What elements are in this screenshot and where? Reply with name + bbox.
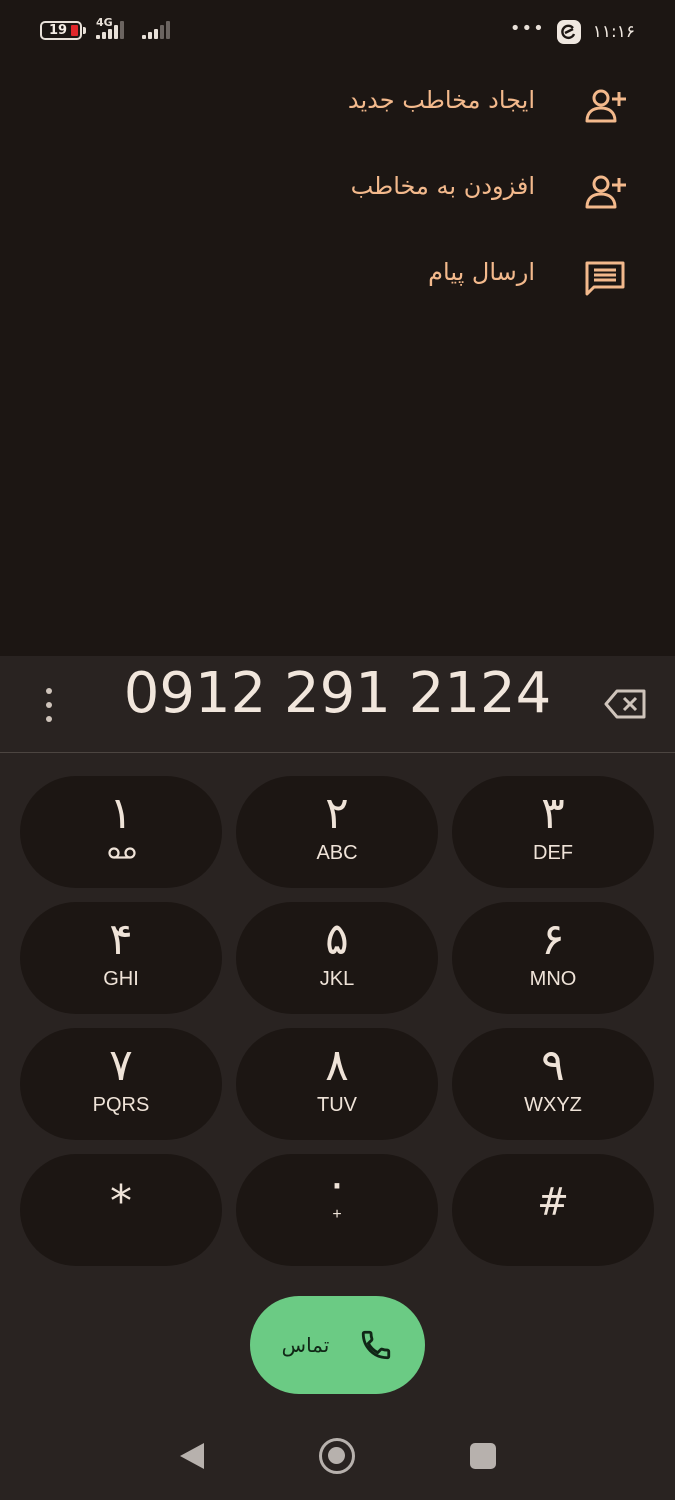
key-4[interactable]: ۴ GHI bbox=[20, 902, 222, 1014]
key-letters: ABC bbox=[316, 842, 358, 864]
call-button[interactable]: تماس bbox=[250, 1296, 425, 1394]
more-notifications-icon: ••• bbox=[509, 18, 545, 39]
contact-actions-menu: ایجاد مخاطب جدید افزودن به مخاطب ارسال پ… bbox=[0, 64, 675, 322]
message-icon bbox=[585, 261, 625, 296]
person-add-icon bbox=[585, 175, 626, 209]
key-letters: PQRS bbox=[92, 1094, 150, 1116]
key-digit: ۲ bbox=[325, 788, 349, 839]
key-digit: ۸ bbox=[325, 1040, 349, 1091]
create-new-contact-item[interactable]: ایجاد مخاطب جدید bbox=[0, 64, 675, 150]
app-notification-icon bbox=[556, 20, 581, 44]
key-7[interactable]: ۷ PQRS bbox=[20, 1028, 222, 1140]
battery-icon: 19 bbox=[40, 21, 86, 40]
backspace-icon[interactable] bbox=[604, 688, 648, 720]
call-button-label: تماس bbox=[281, 1333, 330, 1357]
home-icon[interactable] bbox=[319, 1438, 355, 1474]
key-digit: ۱ bbox=[109, 788, 133, 839]
system-navigation-bar bbox=[0, 1420, 675, 1500]
key-letters: GHI bbox=[103, 968, 139, 990]
key-2[interactable]: ۲ ABC bbox=[236, 776, 438, 888]
voicemail-icon bbox=[108, 847, 136, 859]
person-add-icon bbox=[585, 89, 626, 123]
key-letters: JKL bbox=[319, 968, 355, 990]
battery-level: 19 bbox=[48, 23, 68, 38]
key-letters: MNO bbox=[529, 968, 577, 990]
phone-icon bbox=[362, 1330, 391, 1360]
key-digit: ۷ bbox=[109, 1040, 133, 1091]
key-digit: ۴ bbox=[109, 914, 133, 965]
key-letters: TUV bbox=[317, 1094, 357, 1116]
status-bar: 19 4G ••• ۱۱:۱۶ bbox=[0, 0, 675, 62]
key-hash[interactable]: # bbox=[452, 1154, 654, 1266]
key-digit: ۳ bbox=[541, 788, 565, 839]
key-digit: # bbox=[537, 1180, 569, 1224]
send-message-item[interactable]: ارسال پیام bbox=[0, 236, 675, 322]
more-options-button[interactable] bbox=[36, 688, 62, 722]
key-6[interactable]: ۶ MNO bbox=[452, 902, 654, 1014]
key-digit: ۶ bbox=[541, 914, 565, 965]
key-5[interactable]: ۵ JKL bbox=[236, 902, 438, 1014]
menu-item-label: افزودن به مخاطب bbox=[350, 172, 535, 200]
key-star[interactable]: * bbox=[20, 1154, 222, 1266]
key-letters: + bbox=[332, 1206, 342, 1223]
key-9[interactable]: ۹ WXYZ bbox=[452, 1028, 654, 1140]
key-3[interactable]: ۳ DEF bbox=[452, 776, 654, 888]
back-icon[interactable] bbox=[178, 1441, 206, 1471]
key-digit: ۵ bbox=[325, 914, 349, 965]
dialed-number[interactable]: 0912 291 2124 bbox=[100, 661, 575, 726]
clock: ۱۱:۱۶ bbox=[592, 22, 635, 42]
key-digit: ۰ bbox=[325, 1158, 349, 1209]
menu-item-label: ارسال پیام bbox=[428, 258, 535, 286]
add-to-contact-item[interactable]: افزودن به مخاطب bbox=[0, 150, 675, 236]
key-digit: ۹ bbox=[541, 1040, 565, 1091]
key-1[interactable]: ۱ bbox=[20, 776, 222, 888]
number-display-row: 0912 291 2124 bbox=[0, 656, 675, 753]
key-letters: WXYZ bbox=[524, 1094, 582, 1116]
recents-icon[interactable] bbox=[470, 1443, 496, 1469]
key-digit: * bbox=[110, 1176, 132, 1227]
signal-strength-icon bbox=[96, 21, 124, 39]
dialpad-area: 0912 291 2124 ۱ ۲ ABC ۳ DEF ۴ GHI ۵ JKL … bbox=[0, 656, 675, 1500]
key-8[interactable]: ۸ TUV bbox=[236, 1028, 438, 1140]
signal-strength-sim2-icon bbox=[142, 21, 170, 39]
key-letters: DEF bbox=[533, 842, 573, 864]
key-0[interactable]: ۰ + bbox=[236, 1154, 438, 1266]
menu-item-label: ایجاد مخاطب جدید bbox=[347, 86, 535, 114]
